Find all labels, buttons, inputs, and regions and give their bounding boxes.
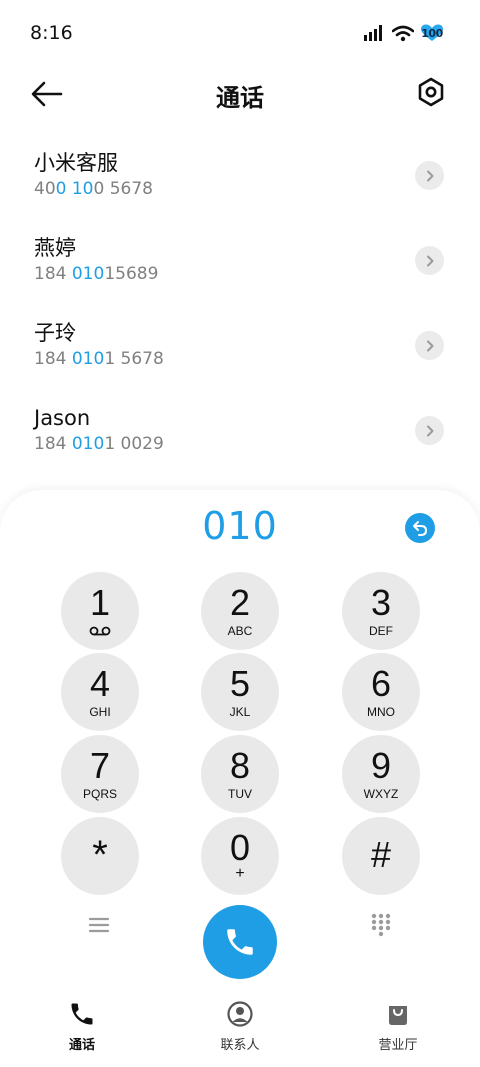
key-digit: 0 xyxy=(229,827,251,868)
menu-lines-icon xyxy=(88,917,110,933)
key-2[interactable]: 2 ABC xyxy=(201,572,279,650)
nav-tab-calls[interactable]: 通话 xyxy=(32,1000,132,1053)
wifi-icon xyxy=(392,25,414,41)
nav-label: 通话 xyxy=(68,1038,95,1053)
contact-name: Jason xyxy=(34,406,91,430)
key-6[interactable]: 6 MNO xyxy=(342,653,420,731)
voicemail-icon xyxy=(89,626,111,636)
status-icons: 100 xyxy=(364,24,444,42)
battery-level: 100 xyxy=(421,27,443,40)
key-letters: PQRS xyxy=(82,787,117,801)
contact-name: 子玲 xyxy=(34,321,76,345)
key-letters: GHI xyxy=(89,705,111,719)
key-digit: 6 xyxy=(370,663,392,704)
key-digit: * xyxy=(92,833,108,877)
contact-number: 184 0101 5678 xyxy=(34,349,164,369)
keypad-dots-icon xyxy=(371,913,391,937)
keypad-toggle-button[interactable] xyxy=(368,912,394,938)
settings-icon xyxy=(418,77,444,107)
menu-button[interactable] xyxy=(86,914,112,936)
shopping-bag-icon xyxy=(389,1006,407,1025)
key-digit: 7 xyxy=(89,745,111,786)
key-1[interactable]: 1 xyxy=(61,572,139,650)
key-digit: 1 xyxy=(89,582,111,623)
bottom-nav: 通话 联系人 营业厅 xyxy=(0,996,480,1067)
nav-tab-contacts[interactable]: 联系人 xyxy=(190,1000,290,1053)
key-digit: 3 xyxy=(370,582,392,623)
nav-label: 营业厅 xyxy=(378,1038,418,1053)
settings-button[interactable] xyxy=(416,76,448,110)
key-7[interactable]: 7 PQRS xyxy=(61,735,139,813)
contact-name: 小米客服 xyxy=(34,151,118,175)
contacts-icon xyxy=(227,1001,253,1027)
contact-number: 400 100 5678 xyxy=(34,179,153,199)
key-3[interactable]: 3 DEF xyxy=(342,572,420,650)
nav-tab-service-hall[interactable]: 营业厅 xyxy=(348,1000,448,1053)
dialer-panel: 010 1 2 ABC 3 DEF 4 GHI 5 JKL 6 MNO 7 PQ… xyxy=(0,490,480,1067)
chevron-right-icon xyxy=(426,340,433,351)
page-title: 通话 xyxy=(216,84,264,112)
key-hash[interactable]: # xyxy=(342,817,420,895)
phone-icon xyxy=(227,929,253,955)
key-digit: # xyxy=(370,834,392,875)
status-bar: 8:16 100 xyxy=(0,0,480,68)
delete-button[interactable] xyxy=(405,513,435,543)
key-5[interactable]: 5 JKL xyxy=(201,653,279,731)
contact-number: 184 01015689 xyxy=(34,264,159,284)
key-digit: 8 xyxy=(229,745,251,786)
chevron-right-icon xyxy=(426,425,433,436)
undo-delete-icon xyxy=(413,521,428,536)
nav-label: 联系人 xyxy=(220,1038,260,1053)
key-letters: ABC xyxy=(227,624,253,638)
chevron-right-icon xyxy=(426,255,433,266)
key-8[interactable]: 8 TUV xyxy=(201,735,279,813)
key-letters: DEF xyxy=(369,624,393,638)
signal-icon xyxy=(364,25,382,41)
key-4[interactable]: 4 GHI xyxy=(61,653,139,731)
phone-icon xyxy=(71,1003,93,1025)
contact-detail-button[interactable] xyxy=(415,331,444,360)
key-digit: 2 xyxy=(229,582,251,623)
call-button[interactable] xyxy=(203,905,277,979)
key-star[interactable]: * xyxy=(61,817,139,895)
key-letters: + xyxy=(235,865,245,882)
contact-result-row[interactable]: Jason 184 0101 0029 xyxy=(0,388,480,473)
contact-name: 燕婷 xyxy=(34,236,76,260)
key-digit: 4 xyxy=(89,663,111,704)
contact-detail-button[interactable] xyxy=(415,161,444,190)
chevron-right-icon xyxy=(426,170,433,181)
contact-detail-button[interactable] xyxy=(415,246,444,275)
contact-results-list: 小米客服 400 100 5678 燕婷 184 01015689 子玲 184… xyxy=(0,133,480,473)
contact-number: 184 0101 0029 xyxy=(34,434,164,454)
status-time: 8:16 xyxy=(30,22,73,44)
key-letters: TUV xyxy=(228,787,252,801)
key-digit: 5 xyxy=(229,663,251,704)
key-0[interactable]: 0 + xyxy=(201,817,279,895)
contact-detail-button[interactable] xyxy=(415,416,444,445)
key-letters: MNO xyxy=(367,705,395,719)
key-letters: WXYZ xyxy=(363,787,399,801)
contact-result-row[interactable]: 燕婷 184 01015689 xyxy=(0,218,480,303)
contact-result-row[interactable]: 子玲 184 0101 5678 xyxy=(0,303,480,388)
contact-result-row[interactable]: 小米客服 400 100 5678 xyxy=(0,133,480,218)
key-letters: JKL xyxy=(229,705,251,719)
header: 通话 xyxy=(0,68,480,122)
battery-heart-icon: 100 xyxy=(420,24,444,42)
key-digit: 9 xyxy=(370,745,392,786)
key-9[interactable]: 9 WXYZ xyxy=(342,735,420,813)
